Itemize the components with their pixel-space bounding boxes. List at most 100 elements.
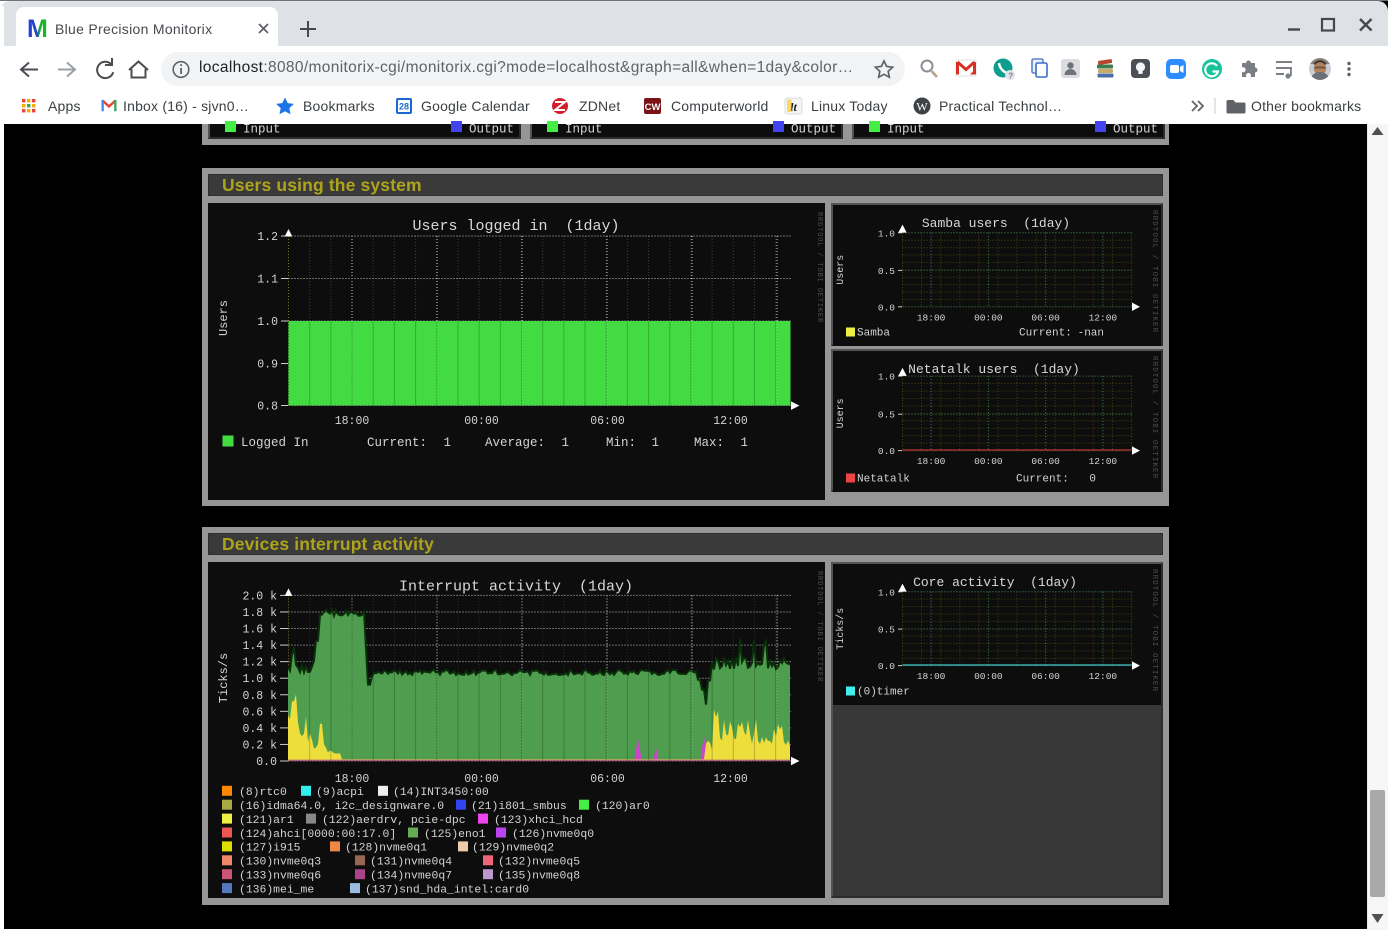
- svg-text:00:00: 00:00: [464, 415, 499, 428]
- svg-text:CW: CW: [645, 102, 661, 113]
- svg-text:Current:: Current:: [367, 436, 427, 450]
- svg-text:?: ?: [1008, 72, 1013, 81]
- svg-text:RRDTOOL / TOBI OETIKER: RRDTOOL / TOBI OETIKER: [815, 212, 823, 323]
- svg-text:18:00: 18:00: [917, 671, 946, 682]
- svg-text:06:00: 06:00: [1031, 312, 1060, 323]
- svg-text:(125)eno1: (125)eno1: [424, 829, 486, 841]
- svg-text:1.0: 1.0: [878, 372, 895, 383]
- svg-text:0.9: 0.9: [257, 359, 278, 372]
- svg-text:(135)nvme0q8: (135)nvme0q8: [498, 871, 580, 883]
- svg-text:(8)rtc0: (8)rtc0: [239, 787, 287, 799]
- svg-text:Ticks/s: Ticks/s: [217, 653, 231, 703]
- svg-text:(129)nvme0q2: (129)nvme0q2: [472, 843, 554, 855]
- svg-text:Average:: Average:: [485, 436, 545, 450]
- svg-text:(132)nvme0q5: (132)nvme0q5: [498, 857, 580, 869]
- svg-text:18:00: 18:00: [335, 415, 370, 428]
- svg-text:12:00: 12:00: [1089, 456, 1118, 467]
- svg-text:Interrupt activity (1day): Interrupt activity (1day): [399, 579, 633, 596]
- svg-text:Ticks/s: Ticks/s: [835, 608, 847, 650]
- svg-text:1: 1: [651, 436, 659, 450]
- svg-text:(131)nvme0q4: (131)nvme0q4: [370, 857, 452, 869]
- svg-text:Users: Users: [836, 255, 847, 285]
- svg-text:Logged In: Logged In: [241, 436, 309, 450]
- svg-text:1.0: 1.0: [257, 316, 278, 329]
- svg-text:(136)mei_me: (136)mei_me: [239, 884, 314, 896]
- svg-text:06:00: 06:00: [590, 773, 625, 786]
- svg-text:Output: Output: [1113, 123, 1158, 137]
- svg-text:1.0: 1.0: [878, 228, 895, 239]
- svg-text:18:00: 18:00: [917, 312, 946, 323]
- svg-text:1.6 k: 1.6 k: [242, 624, 277, 637]
- svg-text:Current:: Current:: [1019, 328, 1072, 340]
- svg-text:12:00: 12:00: [1089, 671, 1118, 682]
- svg-text:(122)aerdrv, pcie-dpc: (122)aerdrv, pcie-dpc: [322, 815, 466, 827]
- svg-text:1: 1: [443, 436, 451, 450]
- svg-text:12:00: 12:00: [713, 415, 748, 428]
- svg-text:Min:: Min:: [606, 436, 636, 450]
- svg-text:28: 28: [399, 102, 409, 112]
- svg-text:(0)timer: (0)timer: [857, 687, 910, 699]
- svg-text:Users: Users: [217, 300, 231, 336]
- svg-text:(16)idma64.0, i2c_designware.0: (16)idma64.0, i2c_designware.0: [239, 801, 444, 813]
- svg-text:(9)acpi: (9)acpi: [316, 787, 364, 799]
- svg-text:(128)nvme0q1: (128)nvme0q1: [345, 843, 427, 855]
- svg-text:1.0: 1.0: [878, 587, 895, 598]
- svg-text:18:00: 18:00: [335, 773, 370, 786]
- svg-text:00:00: 00:00: [974, 671, 1003, 682]
- svg-text:0.4 k: 0.4 k: [242, 723, 277, 736]
- svg-text:1.2: 1.2: [257, 231, 278, 244]
- svg-text:18:00: 18:00: [917, 456, 946, 467]
- svg-text:Max:: Max:: [694, 436, 724, 450]
- svg-text:12:00: 12:00: [1089, 312, 1118, 323]
- svg-text:(123)xhci_hcd: (123)xhci_hcd: [494, 815, 583, 827]
- svg-text:W: W: [916, 100, 928, 114]
- svg-text:0.0: 0.0: [878, 661, 895, 672]
- svg-text:Core activity (1day): Core activity (1day): [913, 575, 1077, 590]
- svg-text:1: 1: [740, 436, 748, 450]
- svg-text:1.2 k: 1.2 k: [242, 657, 277, 670]
- svg-text:Netatalk: Netatalk: [857, 474, 910, 486]
- svg-text:0.0: 0.0: [878, 446, 895, 457]
- svg-text:Users: Users: [836, 398, 847, 428]
- svg-text:RRDTOOL / TOBI OETIKER: RRDTOOL / TOBI OETIKER: [1150, 210, 1158, 333]
- svg-text:0.8 k: 0.8 k: [242, 690, 277, 703]
- svg-text:(121)ar1: (121)ar1: [239, 815, 294, 827]
- svg-text:Output: Output: [791, 123, 836, 137]
- svg-text:00:00: 00:00: [974, 312, 1003, 323]
- svg-text:12:00: 12:00: [713, 773, 748, 786]
- svg-text:Input: Input: [887, 123, 925, 137]
- svg-text:06:00: 06:00: [1031, 671, 1060, 682]
- svg-text:(133)nvme0q6: (133)nvme0q6: [239, 871, 321, 883]
- svg-text:(134)nvme0q7: (134)nvme0q7: [370, 871, 452, 883]
- svg-text:1.1: 1.1: [257, 274, 278, 287]
- svg-text:M: M: [27, 15, 48, 43]
- svg-text:0: 0: [1089, 474, 1096, 486]
- svg-text:0.0: 0.0: [256, 756, 277, 769]
- svg-text:0.6 k: 0.6 k: [242, 706, 277, 719]
- svg-text:Current:: Current:: [1016, 474, 1069, 486]
- svg-text:(120)ar0: (120)ar0: [595, 801, 650, 813]
- svg-text:0.2 k: 0.2 k: [242, 739, 277, 752]
- svg-text:Samba users (1day): Samba users (1day): [922, 216, 1070, 231]
- svg-text:(124)ahci[0000:00:17.0]: (124)ahci[0000:00:17.0]: [239, 829, 396, 841]
- svg-text:1.0 k: 1.0 k: [242, 673, 277, 686]
- svg-text:(130)nvme0q3: (130)nvme0q3: [239, 857, 321, 869]
- svg-text:(127)i915: (127)i915: [239, 843, 301, 855]
- svg-text:0.5: 0.5: [878, 625, 895, 636]
- svg-text:RRDTOOL / TOBI OETIKER: RRDTOOL / TOBI OETIKER: [815, 571, 823, 682]
- svg-text:(137)snd_hda_intel:card0: (137)snd_hda_intel:card0: [365, 884, 529, 896]
- svg-text:Output: Output: [469, 123, 514, 137]
- svg-text:1: 1: [561, 436, 569, 450]
- svg-text:00:00: 00:00: [464, 773, 499, 786]
- svg-text:06:00: 06:00: [1031, 456, 1060, 467]
- svg-text:RRDTOOL / TOBI OETIKER: RRDTOOL / TOBI OETIKER: [1150, 356, 1158, 479]
- svg-text:1.8 k: 1.8 k: [242, 607, 277, 620]
- svg-text:0.5: 0.5: [878, 410, 895, 421]
- svg-text:Samba: Samba: [857, 328, 890, 340]
- svg-text:0.8: 0.8: [257, 401, 278, 414]
- svg-text:(21)i801_smbus: (21)i801_smbus: [471, 801, 567, 813]
- svg-text:-nan: -nan: [1078, 328, 1104, 340]
- svg-text:0.5: 0.5: [878, 266, 895, 277]
- svg-text:2.0 k: 2.0 k: [242, 590, 277, 603]
- svg-text:00:00: 00:00: [974, 456, 1003, 467]
